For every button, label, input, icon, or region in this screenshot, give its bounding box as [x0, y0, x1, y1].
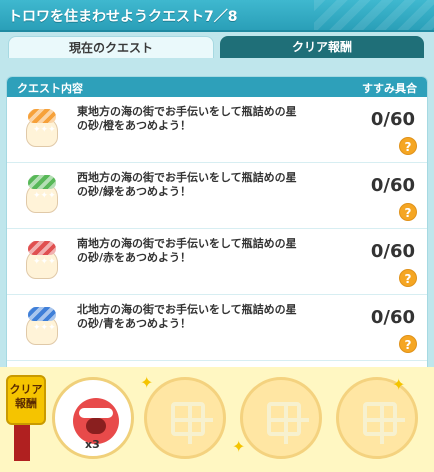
- sparkle-icon: ✦: [232, 437, 246, 456]
- title-bar: トロワを住まわせようクエスト7／8: [0, 0, 434, 32]
- reward-slot[interactable]: x3: [52, 377, 134, 459]
- list-item: ✦✦✦ 西地方の海の街でお手伝いをして瓶詰めの星の砂/緑をあつめよう！ 0/60…: [7, 163, 427, 229]
- list-item: ✦✦✦ 南地方の海の街でお手伝いをして瓶詰めの星の砂/赤をあつめよう！ 0/60…: [7, 229, 427, 295]
- reward-count: x3: [85, 438, 100, 451]
- stars-icon: ✦✦✦: [33, 125, 56, 135]
- quest-list: クエスト内容 すすみ具合 ✦✦✦ 東地方の海の街でお手伝いをして瓶詰めの星の砂/…: [6, 76, 428, 388]
- progress-value: 0/60: [370, 109, 415, 130]
- jar-cap: [28, 175, 56, 189]
- gift-icon: [171, 402, 213, 444]
- reward-slot[interactable]: [336, 377, 418, 459]
- progress-value: 0/60: [370, 241, 415, 262]
- reward-slot[interactable]: [144, 377, 226, 459]
- help-button[interactable]: ?: [399, 137, 417, 155]
- reward-slot[interactable]: [240, 377, 322, 459]
- hat-brim: [79, 408, 113, 418]
- title-pattern: [314, 0, 434, 30]
- quest-panel: 現在のクエスト クリア報酬 クエスト内容 すすみ具合 ✦✦✦ 東地方の海の街でお…: [0, 32, 434, 388]
- tab-clear-reward[interactable]: クリア報酬: [220, 36, 424, 58]
- quest-text: 南地方の海の街でお手伝いをして瓶詰めの星の砂/赤をあつめよう！: [77, 237, 297, 264]
- help-button[interactable]: ?: [399, 203, 417, 221]
- sparkle-icon: ✦: [140, 373, 154, 392]
- help-button[interactable]: ?: [399, 335, 417, 353]
- window-title: トロワを住まわせようクエスト7／8: [8, 9, 238, 25]
- gift-icon: [267, 402, 309, 444]
- hat-face: [86, 418, 106, 434]
- progress-value: 0/60: [370, 175, 415, 196]
- jar-cap: [28, 109, 56, 123]
- quest-text: 北地方の海の街でお手伝いをして瓶詰めの星の砂/青をあつめよう！: [77, 303, 297, 330]
- stars-icon: ✦✦✦: [33, 323, 56, 333]
- sand-jar-red-icon: ✦✦✦: [21, 241, 63, 283]
- reward-label: クリア報酬: [6, 375, 46, 425]
- header-quest-content: クエスト内容: [17, 82, 83, 95]
- list-header: クエスト内容 すすみ具合: [7, 77, 427, 97]
- help-button[interactable]: ?: [399, 269, 417, 287]
- list-item: ✦✦✦ 北地方の海の街でお手伝いをして瓶詰めの星の砂/青をあつめよう！ 0/60…: [7, 295, 427, 361]
- sand-jar-green-icon: ✦✦✦: [21, 175, 63, 217]
- progress-value: 0/60: [370, 307, 415, 328]
- sand-jar-orange-icon: ✦✦✦: [21, 109, 63, 151]
- tab-label: クリア報酬: [291, 40, 352, 54]
- sparkle-icon: ✦: [392, 375, 406, 394]
- quest-text: 西地方の海の街でお手伝いをして瓶詰めの星の砂/緑をあつめよう！: [77, 171, 297, 198]
- jar-cap: [28, 241, 56, 255]
- list-item: ✦✦✦ 東地方の海の街でお手伝いをして瓶詰めの星の砂/橙をあつめよう！ 0/60…: [7, 97, 427, 163]
- sand-jar-blue-icon: ✦✦✦: [21, 307, 63, 349]
- tab-label: 現在のクエスト: [68, 41, 153, 55]
- jar-cap: [28, 307, 56, 321]
- stars-icon: ✦✦✦: [33, 191, 56, 201]
- stars-icon: ✦✦✦: [33, 257, 56, 267]
- tab-current-quest[interactable]: 現在のクエスト: [8, 36, 214, 58]
- ribbon: [14, 425, 30, 461]
- gift-icon: [363, 402, 405, 444]
- header-progress: すすみ具合: [362, 82, 417, 95]
- quest-text: 東地方の海の街でお手伝いをして瓶詰めの星の砂/橙をあつめよう！: [77, 105, 297, 132]
- reward-area: クリア報酬 x3 ✦ ✦ ✦: [0, 367, 434, 472]
